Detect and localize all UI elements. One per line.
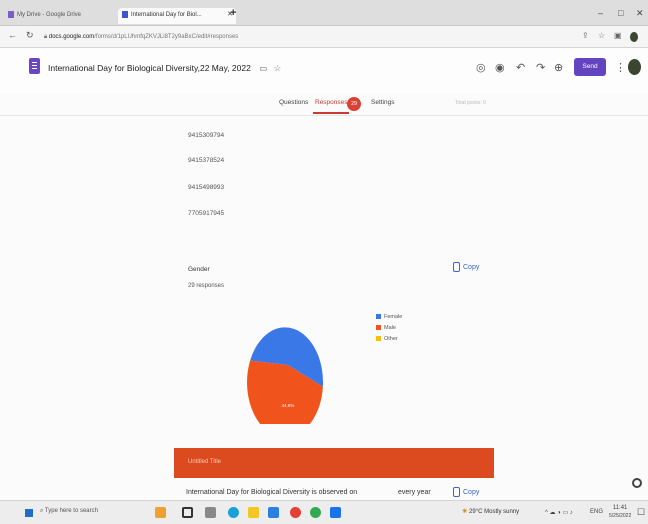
back-icon[interactable]: ←	[8, 30, 17, 40]
forms-icon	[122, 10, 128, 18]
star-icon[interactable]: ☆	[274, 63, 282, 73]
section-header-bar: Untitled Title	[174, 448, 494, 478]
url-input[interactable]: 🔒︎ docs.google.com/forms/d/1pLUhmfqZKVJL…	[44, 30, 584, 44]
tab-responses[interactable]: Responses	[315, 99, 348, 106]
notification-icon[interactable]: ☐	[637, 507, 645, 518]
url-domain: docs.google.com	[48, 34, 95, 40]
extensions-icon[interactable]: ▣	[614, 31, 622, 40]
tab-questions[interactable]: Questions	[279, 99, 308, 106]
copy-chart-button[interactable]: Copy	[453, 487, 479, 497]
folder-icon[interactable]: ▭	[259, 63, 267, 73]
browser-tab-form[interactable]: International Day for Biol... ✕	[118, 8, 236, 24]
help-icon[interactable]	[632, 478, 642, 488]
section-title: Untitled Title	[188, 459, 222, 465]
legend-swatch	[376, 336, 381, 342]
app-icon[interactable]	[330, 507, 341, 518]
add-icon[interactable]: ⊕	[554, 61, 563, 74]
form-title-text: International Day for Biological Diversi…	[48, 63, 251, 73]
form-title[interactable]: International Day for Biological Diversi…	[48, 63, 281, 74]
drive-icon	[8, 10, 14, 18]
question-text-suffix: every year	[398, 489, 431, 496]
legend-item-female: Female	[376, 312, 402, 323]
close-window-icon[interactable]: ✕	[636, 8, 644, 19]
reload-icon[interactable]: ↻	[26, 30, 34, 41]
chrome-icon[interactable]	[290, 507, 301, 518]
weather-icon: ☀	[462, 509, 470, 515]
chrome-profile-icon[interactable]	[310, 507, 321, 518]
question-title: Gender	[188, 266, 210, 273]
tab-settings[interactable]: Settings	[371, 99, 395, 106]
tab-label: My Drive - Google Drive	[17, 12, 82, 18]
total-points: Total points: 0	[455, 100, 486, 106]
share-icon[interactable]: ⇪	[582, 31, 589, 40]
legend-item-male: Male	[376, 323, 402, 334]
search-placeholder: Type here to search	[44, 508, 98, 514]
avatar[interactable]	[628, 59, 641, 75]
pie-chart: 44.8% 55.2%	[247, 322, 324, 424]
cortana-icon[interactable]	[155, 507, 166, 518]
answer-item: 9415378524	[188, 157, 225, 164]
copy-icon	[453, 262, 460, 272]
redo-icon[interactable]: ↷	[536, 61, 545, 74]
pie-slice-label: 55.2%	[282, 322, 295, 327]
legend-swatch	[376, 314, 381, 320]
answer-item: 9415498993	[188, 184, 225, 191]
maximize-icon[interactable]: □	[618, 8, 623, 18]
response-count: 29 responses	[188, 283, 225, 289]
legend-label: Male	[384, 325, 396, 331]
preview-icon[interactable]: ◉	[495, 61, 505, 74]
screen: My Drive - Google Drive International Da…	[0, 0, 648, 524]
file-explorer-icon[interactable]	[248, 507, 259, 518]
send-button[interactable]: Send	[574, 58, 606, 76]
active-tab-indicator	[313, 112, 349, 114]
undo-icon[interactable]: ↶	[516, 61, 525, 74]
windows-start-icon[interactable]	[25, 509, 33, 517]
new-tab-button[interactable]: +	[230, 7, 236, 19]
forms-logo-icon[interactable]	[29, 58, 40, 74]
copy-label: Copy	[463, 488, 480, 496]
copy-icon	[453, 487, 460, 497]
profile-avatar[interactable]	[630, 32, 638, 42]
clock[interactable]: 11:41 5/25/2022	[609, 504, 631, 520]
language-indicator[interactable]: ENG	[590, 509, 603, 515]
taskbar-search[interactable]: ⌕ Type here to search	[40, 508, 98, 515]
url-path: /forms/d/1pLUhmfqZKVJLi8T2y9aBxC/edit#re…	[94, 34, 239, 40]
chart-legend: Female Male Other	[376, 312, 402, 345]
pie-slice-label: 44.8%	[282, 403, 295, 408]
legend-label: Other	[384, 336, 398, 342]
weather-text: 29°C Mostly sunny	[469, 509, 520, 515]
legend-item-other: Other	[376, 334, 402, 345]
answer-item: 7705917945	[188, 210, 225, 217]
system-tray-icons[interactable]: ^ ☁ ◑ ▭ ♪	[545, 509, 573, 516]
more-icon[interactable]: ⋮	[615, 61, 626, 74]
legend-label: Female	[384, 314, 403, 320]
response-count-badge: 29	[347, 97, 361, 111]
weather-widget[interactable]: ☀ 29°C Mostly sunny	[462, 508, 519, 515]
palette-icon[interactable]: ◎	[476, 61, 486, 74]
browser-tab-drive[interactable]: My Drive - Google Drive	[8, 8, 112, 24]
task-view-icon[interactable]	[182, 507, 193, 518]
browser-tab-strip: My Drive - Google Drive International Da…	[0, 0, 648, 26]
clock-date: 5/25/2022	[609, 513, 632, 519]
store-icon[interactable]	[268, 507, 279, 518]
question-text: International Day for Biological Diversi…	[186, 489, 358, 496]
copy-chart-button[interactable]: Copy	[453, 262, 479, 272]
tab-label: International Day for Biol...	[131, 12, 202, 18]
address-bar: ← ↻ 🔒︎ docs.google.com/forms/d/1pLUhmfqZ…	[0, 26, 648, 48]
minimize-icon[interactable]: –	[598, 8, 603, 18]
legend-swatch	[376, 325, 381, 331]
taskbar: ⌕ Type here to search ☀ 29°C Mostly sunn…	[0, 500, 648, 524]
form-tabs: Questions Responses Settings	[0, 94, 648, 116]
edge-icon[interactable]	[228, 507, 239, 518]
copy-label: Copy	[463, 263, 480, 271]
widgets-icon[interactable]	[205, 507, 216, 518]
star-icon[interactable]: ☆	[598, 31, 605, 40]
answer-item: 9415309794	[188, 132, 225, 139]
clock-time: 11:41	[612, 505, 628, 511]
